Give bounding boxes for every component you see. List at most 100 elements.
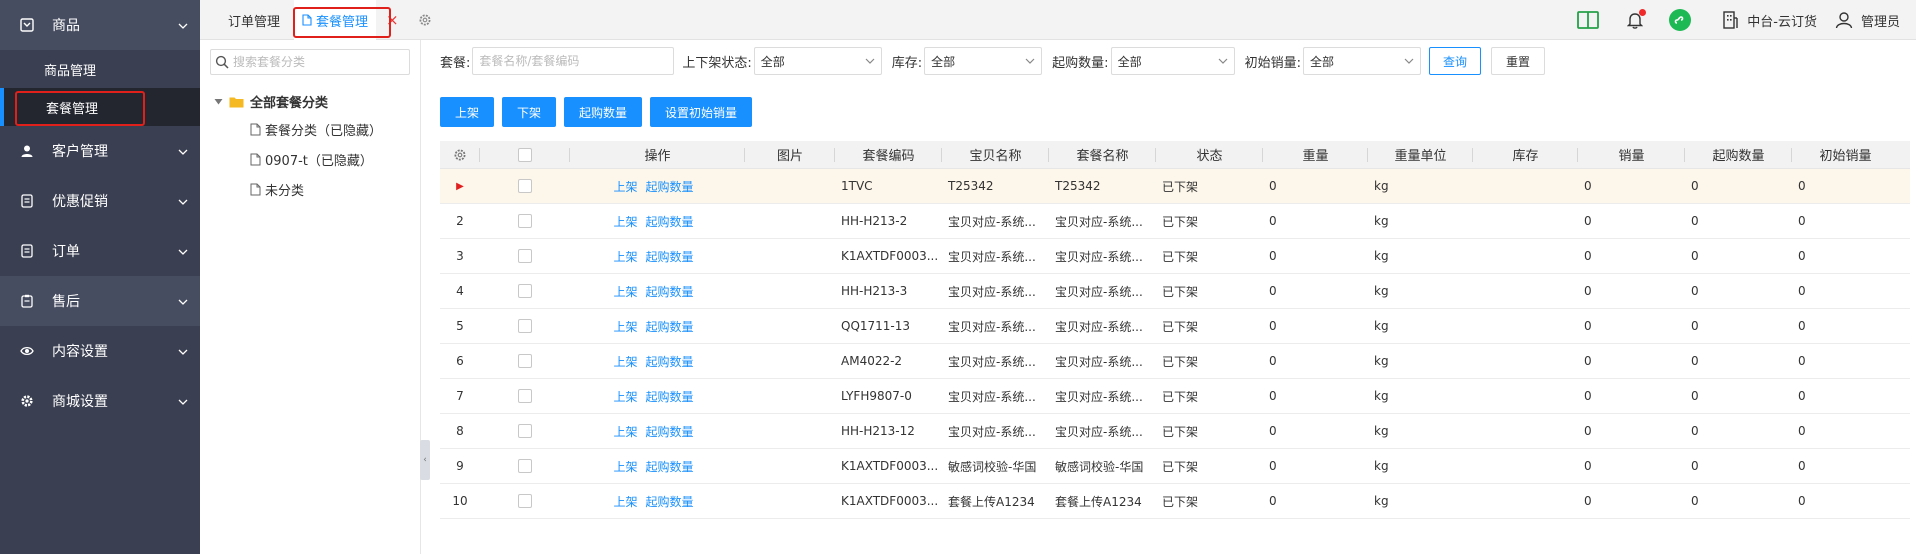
row-checkbox[interactable] xyxy=(518,179,532,193)
row-min-qty-link[interactable]: 起购数量 xyxy=(646,458,694,475)
status-select[interactable]: 全部 xyxy=(753,47,882,75)
row-checkbox[interactable] xyxy=(518,424,532,438)
row-on-shelf-link[interactable]: 上架 xyxy=(613,423,637,440)
row-code: LYFH9807-0 xyxy=(841,389,912,403)
table-row[interactable]: 3 上架 起购数量 K1AXTDF0003... 宝贝对应-系统... 宝贝对应-系统..… xyxy=(440,239,1910,274)
query-button[interactable]: 查询 xyxy=(1428,47,1481,75)
row-checkbox[interactable] xyxy=(518,214,532,228)
building-icon[interactable] xyxy=(1721,11,1739,29)
user-name[interactable]: 管理员 xyxy=(1861,11,1900,30)
row-min-qty-link[interactable]: 起购数量 xyxy=(646,353,694,370)
row-min-qty-link[interactable]: 起购数量 xyxy=(646,283,694,300)
table-row[interactable]: 4 上架 起购数量 HH-H213-3 宝贝对应-系统... 宝贝对应-系统... 已下架 0… xyxy=(440,274,1910,309)
tree-root-node[interactable]: 全部套餐分类 xyxy=(214,92,328,111)
row-min-qty-link[interactable]: 起购数量 xyxy=(646,388,694,405)
row-checkbox[interactable] xyxy=(518,389,532,403)
row-item-name: 套餐上传A1234 xyxy=(948,494,1035,509)
tree-search-input[interactable] xyxy=(233,55,403,69)
initsales-select[interactable]: 全部 xyxy=(1302,47,1421,75)
sidebar-group-mall-settings[interactable]: 商城设置 xyxy=(0,376,200,426)
table-row[interactable]: 2 上架 起购数量 HH-H213-2 宝贝对应-系统... 宝贝对应-系统... 已下架 0… xyxy=(440,204,1910,239)
chevron-down-icon xyxy=(178,195,188,211)
row-checkbox[interactable] xyxy=(518,459,532,473)
row-checkbox[interactable] xyxy=(518,284,532,298)
row-min-qty-link[interactable]: 起购数量 xyxy=(646,178,694,195)
row-min-qty-link[interactable]: 起购数量 xyxy=(646,423,694,440)
row-on-shelf-link[interactable]: 上架 xyxy=(613,178,637,195)
table-header: 操作 图片 套餐编码 宝贝名称 套餐名称 状态 重量 重量单位 库存 销量 起购… xyxy=(440,141,1910,169)
table-row[interactable]: 9 上架 起购数量 K1AXTDF0003... 敏感词校验-华国 敏感词校验-华国 已下架… xyxy=(440,449,1910,484)
package-search-input[interactable] xyxy=(472,47,675,75)
row-stock xyxy=(1473,239,1578,274)
header-select-all[interactable] xyxy=(480,141,570,169)
row-stock xyxy=(1473,204,1578,239)
row-status: 已下架 xyxy=(1162,179,1199,194)
row-min-qty-link[interactable]: 起购数量 xyxy=(646,248,694,265)
sidebar-group-product[interactable]: 商品 xyxy=(0,0,200,50)
table-row[interactable]: 7 上架 起购数量 LYFH9807-0 宝贝对应-系统... 宝贝对应-系统... 已下架… xyxy=(440,379,1910,414)
row-on-shelf-link[interactable]: 上架 xyxy=(613,493,637,510)
row-checkbox[interactable] xyxy=(518,494,532,508)
mini-program-icon[interactable] xyxy=(1669,9,1692,31)
set-initial-sales-button[interactable]: 设置初始销量 xyxy=(650,97,752,127)
select-all-checkbox[interactable] xyxy=(518,147,532,162)
app-root: 商品 商品管理 套餐管理 客户管理 优惠促销 订单 售后 内容设置 商城设置 订… xyxy=(0,0,1916,554)
minqty-select[interactable]: 全部 xyxy=(1110,47,1235,75)
row-status: 已下架 xyxy=(1162,319,1199,334)
column-header: 重量 xyxy=(1263,141,1368,169)
table-row[interactable]: 10 上架 起购数量 K1AXTDF0003... 套餐上传A1234 套餐上传A1234… xyxy=(440,484,1910,519)
user-avatar-icon[interactable] xyxy=(1835,11,1853,29)
row-status: 已下架 xyxy=(1162,249,1199,264)
column-settings-button[interactable] xyxy=(440,141,480,169)
on-shelf-button[interactable]: 上架 xyxy=(440,97,494,127)
tab-order-management[interactable]: 订单管理 xyxy=(228,0,280,40)
row-item-name: 宝贝对应-系统... xyxy=(948,249,1036,264)
row-on-shelf-link[interactable]: 上架 xyxy=(613,388,637,405)
book-icon[interactable] xyxy=(1577,11,1600,29)
row-min-qty-link[interactable]: 起购数量 xyxy=(646,493,694,510)
filter-stock-label: 库存: xyxy=(891,55,923,71)
chevron-down-icon xyxy=(178,245,188,261)
tree-node[interactable]: 未分类 xyxy=(250,180,304,199)
row-init-sales: 0 xyxy=(1798,249,1806,263)
row-package-name: T25342 xyxy=(1055,179,1101,193)
off-shelf-button[interactable]: 下架 xyxy=(502,97,556,127)
caret-down-icon[interactable] xyxy=(214,97,223,106)
row-on-shelf-link[interactable]: 上架 xyxy=(613,318,637,335)
table-row[interactable]: ▶ 上架 起购数量 1TVC T25342 T25342 已下架 0 kg 0 0 0 xyxy=(440,169,1910,204)
row-code: QQ1711-13 xyxy=(841,319,911,333)
row-on-shelf-link[interactable]: 上架 xyxy=(613,213,637,230)
row-min-qty: 0 xyxy=(1691,179,1699,193)
row-on-shelf-link[interactable]: 上架 xyxy=(613,283,637,300)
table-row[interactable]: 8 上架 起购数量 HH-H213-12 宝贝对应-系统... 宝贝对应-系统... 已下架… xyxy=(440,414,1910,449)
row-checkbox[interactable] xyxy=(518,354,532,368)
sidebar-group-customer[interactable]: 客户管理 xyxy=(0,126,200,176)
reset-button[interactable]: 重置 xyxy=(1490,47,1545,75)
min-qty-button[interactable]: 起购数量 xyxy=(564,97,642,127)
row-on-shelf-link[interactable]: 上架 xyxy=(613,458,637,475)
row-checkbox[interactable] xyxy=(518,249,532,263)
sidebar-item-product-management[interactable]: 商品管理 xyxy=(0,50,200,88)
row-on-shelf-link[interactable]: 上架 xyxy=(613,248,637,265)
row-on-shelf-link[interactable]: 上架 xyxy=(613,353,637,370)
row-min-qty-link[interactable]: 起购数量 xyxy=(646,318,694,335)
row-min-qty-link[interactable]: 起购数量 xyxy=(646,213,694,230)
sidebar-group-content[interactable]: 内容设置 xyxy=(0,326,200,376)
row-weight: 0 xyxy=(1269,249,1277,263)
stock-select[interactable]: 全部 xyxy=(924,47,1043,75)
sidebar-group-promotion[interactable]: 优惠促销 xyxy=(0,176,200,226)
store-name[interactable]: 中台-云订货 xyxy=(1747,11,1817,30)
tree-node[interactable]: 套餐分类（已隐藏） xyxy=(250,120,382,139)
row-checkbox-cell xyxy=(480,169,570,204)
row-sales: 0 xyxy=(1584,214,1592,228)
sidebar-group-aftersale[interactable]: 售后 xyxy=(0,276,200,326)
table-row[interactable]: 5 上架 起购数量 QQ1711-13 宝贝对应-系统... 宝贝对应-系统... 已下架 0… xyxy=(440,309,1910,344)
sidebar-group-order[interactable]: 订单 xyxy=(0,226,200,276)
bell-icon[interactable] xyxy=(1627,9,1647,29)
row-checkbox-cell xyxy=(480,204,570,239)
tab-settings-button[interactable] xyxy=(418,0,432,40)
table-row[interactable]: 6 上架 起购数量 AM4022-2 宝贝对应-系统... 宝贝对应-系统... 已下架 0 k… xyxy=(440,344,1910,379)
panel-collapse-handle[interactable]: ‹ xyxy=(420,440,430,480)
tree-node[interactable]: 0907-t（已隐藏） xyxy=(250,150,373,169)
row-checkbox[interactable] xyxy=(518,319,532,333)
